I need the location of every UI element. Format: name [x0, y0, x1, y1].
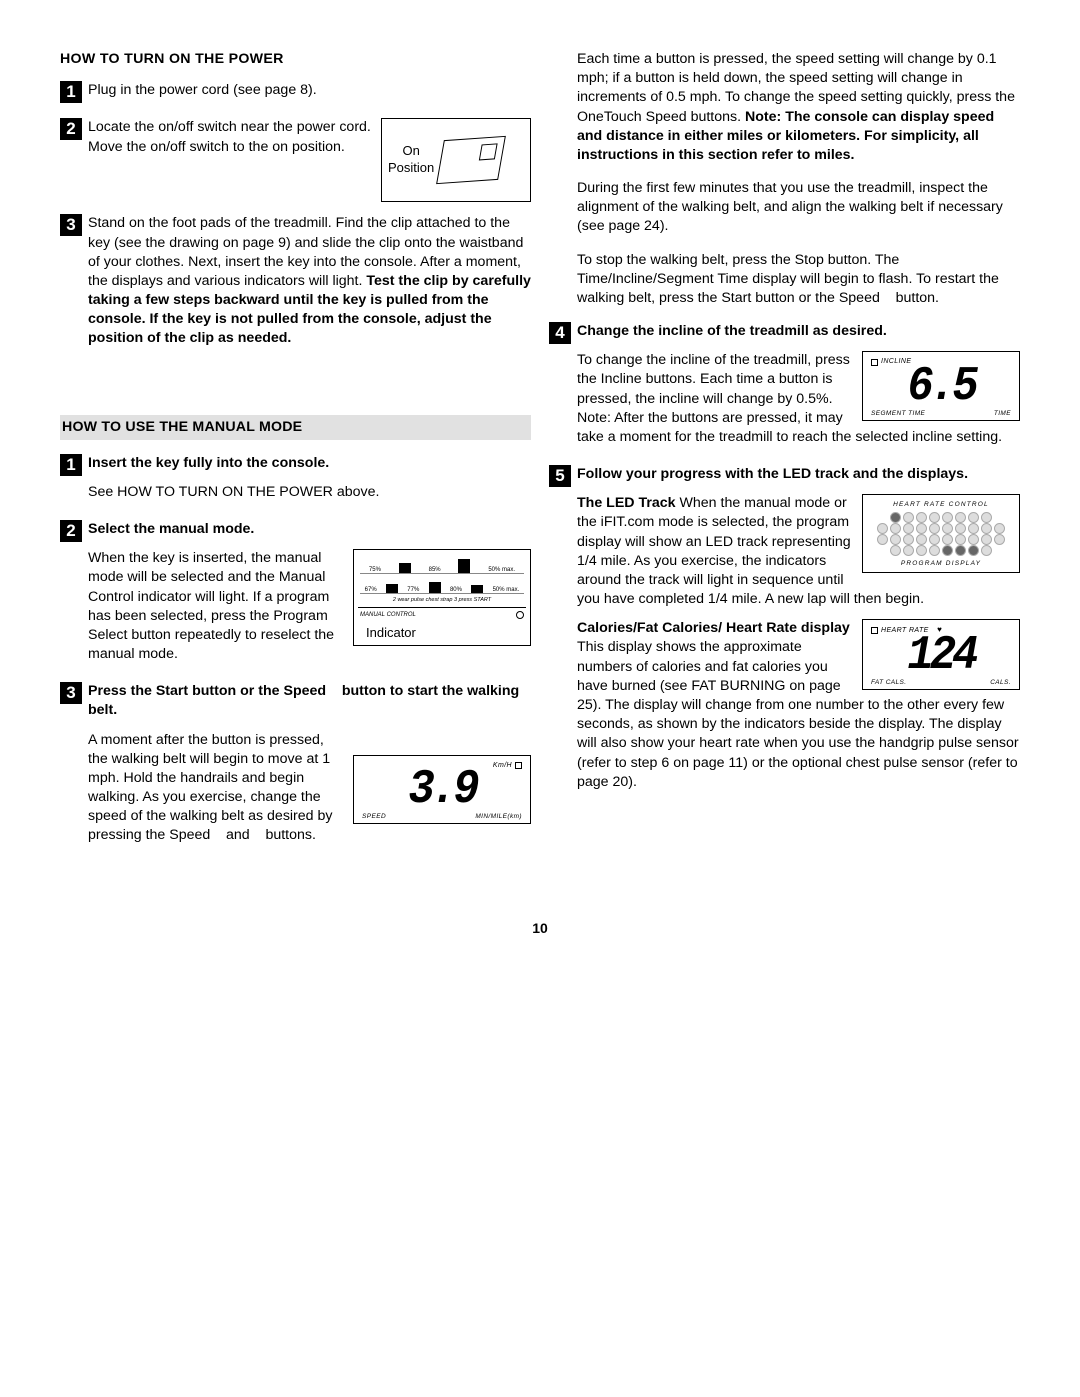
manual-step-1: 1 Insert the key fully into the console.… — [60, 454, 531, 512]
step-number-icon: 3 — [60, 682, 82, 704]
body-text: To stop the walking belt, press the Stop… — [577, 251, 1020, 309]
figure-led-track: HEART RATE CONTROL PROGRAM DISPLAY — [862, 494, 1020, 572]
step-text: See HOW TO TURN ON THE POWER above. — [88, 483, 531, 502]
step-text: Plug in the power cord (see page 8). — [88, 81, 531, 100]
heading-manual-mode: HOW TO USE THE MANUAL MODE — [60, 415, 531, 440]
heading-power: HOW TO TURN ON THE POWER — [60, 50, 531, 69]
figure-manual-control: 75% 85% 50% max. 67% 77% 80% 50% max. 2 … — [353, 549, 531, 645]
figure-speed-display: Km/H 3.9 SPEEDMIN/MILE(km) — [353, 755, 531, 824]
step-title: Insert the key fully into the console. — [88, 454, 531, 473]
step-number-icon: 1 — [60, 454, 82, 476]
step-number-icon: 2 — [60, 520, 82, 542]
figure-label: OnPosition — [388, 143, 434, 177]
figure-heart-rate-display: HEART RATE ♥ 124 FAT CALS.CALS. — [862, 619, 1020, 690]
led-track-icon — [869, 512, 1013, 556]
continuation-text: Each time a button is pressed, the speed… — [577, 50, 1020, 165]
step-number-icon: 1 — [60, 81, 82, 103]
step-number-icon: 4 — [549, 322, 571, 344]
right-step-5: 5 Follow your progress with the LED trac… — [549, 465, 1020, 802]
led-indicator-icon — [516, 611, 524, 619]
step-number-icon: 3 — [60, 214, 82, 236]
power-step-2: 2 OnPosition Locate the on/off switch ne… — [60, 118, 531, 206]
manual-step-2: 2 Select the manual mode. 75% 85% 50% ma… — [60, 520, 531, 674]
step-number-icon: 5 — [549, 465, 571, 487]
figure-caption: Indicator — [358, 622, 526, 640]
right-column: Each time a button is pressed, the speed… — [549, 50, 1020, 864]
page-columns: HOW TO TURN ON THE POWER 1 Plug in the p… — [60, 50, 1020, 864]
body-text: During the first few minutes that you us… — [577, 179, 1020, 237]
power-step-3: 3 Stand on the foot pads of the treadmil… — [60, 214, 531, 358]
figure-on-switch: OnPosition — [381, 118, 531, 202]
step-title: Change the incline of the treadmill as d… — [577, 322, 1020, 341]
step-text: Stand on the foot pads of the treadmill.… — [88, 214, 531, 348]
step-title: Follow your progress with the LED track … — [577, 465, 1020, 484]
step-title: Select the manual mode. — [88, 520, 531, 539]
display-value: 124 — [869, 635, 1013, 679]
manual-step-3: 3 Press the Start button or the Speed bu… — [60, 682, 531, 855]
display-value: 3.9 — [360, 769, 524, 813]
step-number-icon: 2 — [60, 118, 82, 140]
power-step-1: 1 Plug in the power cord (see page 8). — [60, 81, 531, 110]
switch-icon — [436, 136, 506, 184]
display-value: 6.5 — [869, 366, 1013, 410]
right-step-4: 4 Change the incline of the treadmill as… — [549, 322, 1020, 457]
step-title: Press the Start button or the Speed butt… — [88, 682, 531, 720]
figure-incline-display: INCLINE 6.5 SEGMENT TIMETIME — [862, 351, 1020, 420]
left-column: HOW TO TURN ON THE POWER 1 Plug in the p… — [60, 50, 531, 864]
page-number: 10 — [60, 919, 1020, 938]
